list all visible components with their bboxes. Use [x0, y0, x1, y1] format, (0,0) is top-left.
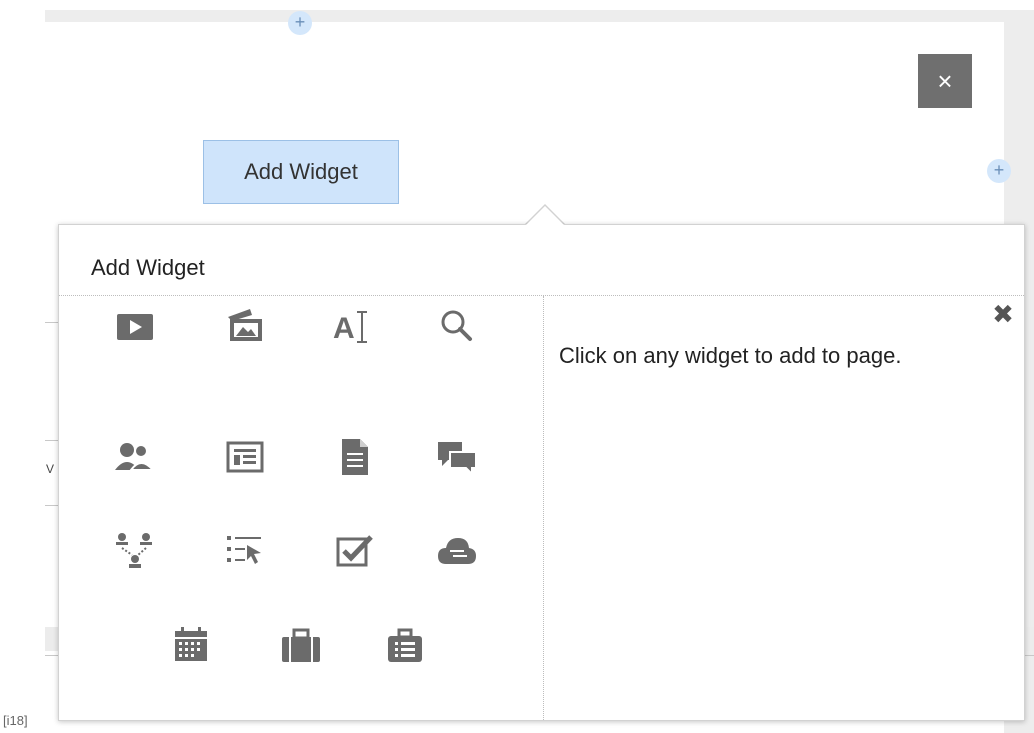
search-icon[interactable]: [433, 302, 481, 350]
cloud-icon[interactable]: [433, 527, 481, 575]
clipboard-list-icon[interactable]: [381, 621, 429, 669]
popover-column-divider: [543, 296, 544, 720]
list-select-icon[interactable]: [221, 527, 269, 575]
popover-hint-text: Click on any widget to add to page.: [559, 343, 902, 368]
side-label-fragment: V: [46, 462, 55, 476]
section-divider: [45, 322, 59, 323]
image-gallery-icon[interactable]: [221, 302, 269, 350]
discussion-icon[interactable]: [433, 433, 481, 481]
add-widget-popover: Add Widget ✖ Click on any widget to add …: [58, 224, 1025, 721]
section-divider: [45, 505, 59, 506]
calendar-icon[interactable]: [167, 621, 215, 669]
text-icon[interactable]: A: [331, 302, 379, 350]
popover-title: Add Widget: [91, 255, 205, 280]
document-icon[interactable]: [331, 433, 379, 481]
popover-close-button[interactable]: ✖: [988, 299, 1018, 329]
popover-header-divider: [59, 295, 1024, 296]
news-icon[interactable]: [221, 433, 269, 481]
add-section-top-button[interactable]: +: [288, 11, 312, 35]
add-column-right-button[interactable]: +: [987, 159, 1011, 183]
video-icon[interactable]: [111, 302, 159, 350]
section-divider: [45, 440, 59, 441]
checkbox-icon[interactable]: [331, 527, 379, 575]
popover-arrow-fill: [525, 206, 565, 226]
svg-text:A: A: [333, 312, 355, 345]
people-icon[interactable]: [111, 433, 159, 481]
briefcase-icon[interactable]: [277, 621, 325, 669]
add-widget-button[interactable]: Add Widget: [203, 140, 399, 204]
footer-i18n-label: [i18]: [3, 713, 28, 728]
org-chart-icon[interactable]: [111, 527, 159, 575]
close-section-button[interactable]: ×: [918, 54, 972, 108]
